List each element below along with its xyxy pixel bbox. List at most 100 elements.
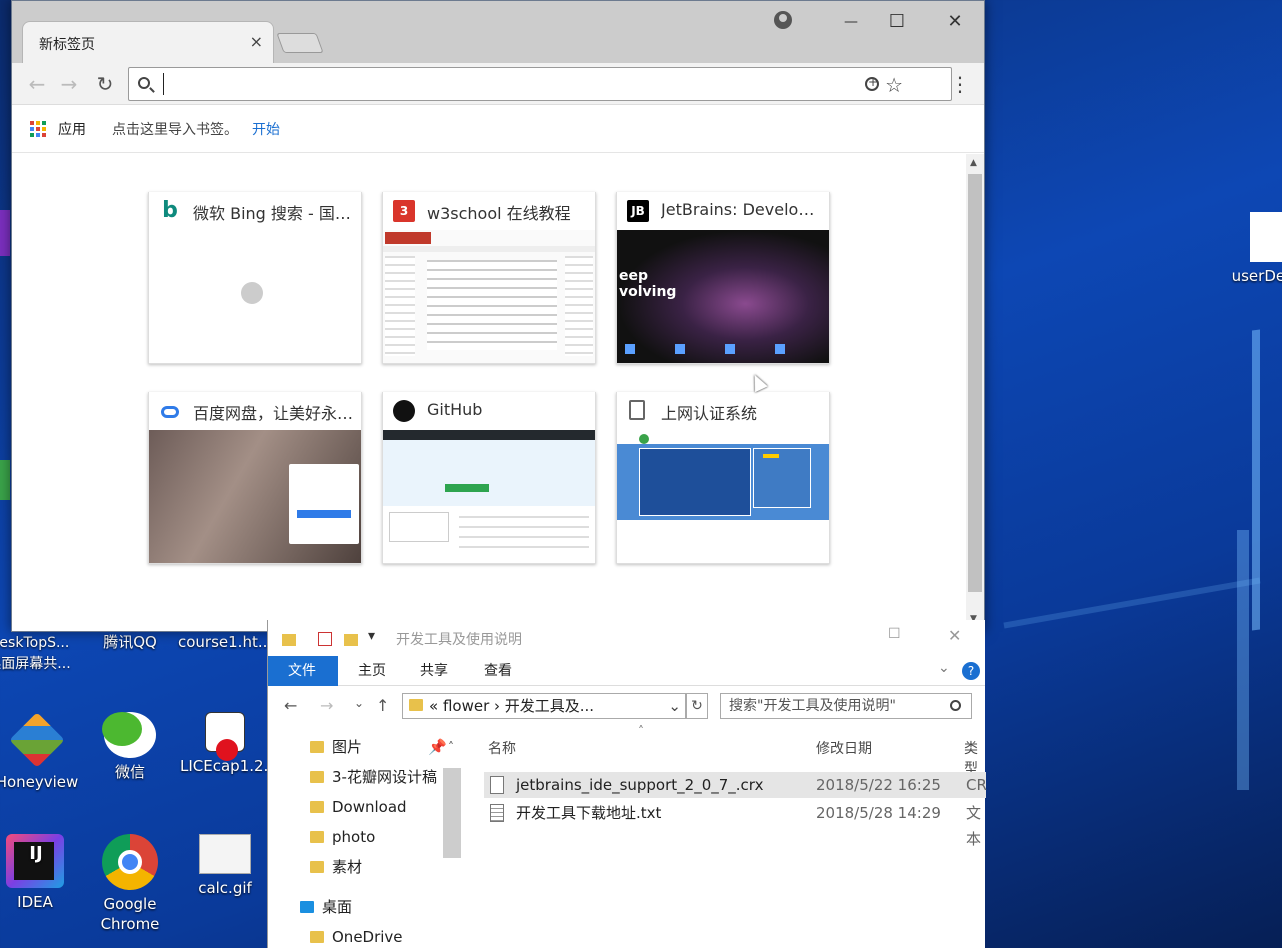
chrome-titlebar: 新标签页 × — ☐ ✕	[12, 1, 984, 63]
tab-title: 新标签页	[39, 37, 95, 53]
tab-new-tab[interactable]: 新标签页 ×	[22, 21, 274, 63]
chrome-window: 新标签页 × — ☐ ✕ ← → ↻ ☆ ⋮ 应用 点击这里导入书签。 开始	[11, 0, 985, 632]
path-box[interactable]: « flower › 开发工具及... ⌄	[402, 693, 686, 719]
explorer-search-input[interactable]: 搜索"开发工具及使用说明"	[720, 693, 972, 719]
chrome-icon	[102, 834, 158, 890]
dropdown-icon[interactable]: ▾	[368, 628, 375, 644]
search-icon	[138, 77, 150, 89]
pin-icon[interactable]: 📌	[428, 736, 447, 758]
desktop-icon-chrome[interactable]: Google Chrome	[85, 834, 175, 934]
tile-title: 上网认证系统	[661, 404, 758, 423]
desktop-icon-course1[interactable]: course1.ht...	[178, 632, 272, 652]
page-scrollbar[interactable]: ▲ ▼	[966, 154, 984, 631]
desktop-icon-qq[interactable]: 腾讯QQ	[85, 632, 175, 652]
explorer-address-bar: ← → ⌄ ↑ « flower › 开发工具及... ⌄ ↻ 搜索"开发工具及…	[268, 686, 985, 726]
collapse-icon[interactable]: ˄	[448, 736, 454, 758]
tile-title: JetBrains: Develope…	[661, 200, 823, 219]
tile-thumbnail	[149, 230, 361, 363]
explorer-refresh-button[interactable]: ↻	[686, 693, 708, 719]
desktop-icon-userdef[interactable]: userDef	[1216, 212, 1282, 286]
chrome-menu-icon[interactable]: ⋮	[950, 71, 970, 97]
tree-item-materials[interactable]: 素材	[308, 856, 362, 878]
path-dropdown-icon[interactable]: ⌄	[668, 694, 681, 718]
ribbon-tab-home[interactable]: 主页	[338, 656, 406, 686]
tile-thumbnail	[383, 230, 595, 363]
tree-item-download[interactable]: Download	[308, 796, 407, 818]
tile-title: GitHub	[427, 400, 483, 419]
bookmarks-bar: 应用 点击这里导入书签。 开始	[12, 105, 984, 153]
scrollbar-thumb[interactable]	[968, 174, 982, 592]
desktop-icon-desktopshare[interactable]: DeskTopS... 桌面屏幕共...	[0, 632, 74, 674]
tree-item-photo[interactable]: photo	[308, 826, 375, 848]
ribbon-tab-share[interactable]: 共享	[400, 656, 468, 686]
most-visited-tile-network-auth[interactable]: 上网认证系统	[616, 392, 830, 564]
desktop-icon-wechat[interactable]: 微信	[85, 712, 175, 782]
desktop-icon-partial	[0, 210, 10, 256]
new-tab-button[interactable]	[276, 33, 324, 53]
desktop-icon-honeyview[interactable]: Honeyview	[0, 712, 82, 792]
tile-thumbnail	[383, 430, 595, 563]
explorer-maximize-button[interactable]: ☐	[888, 626, 901, 642]
tile-title: 百度网盘，让美好永…	[193, 404, 354, 423]
ribbon-tab-view[interactable]: 查看	[464, 656, 532, 686]
desktop-icon-idea[interactable]: IJ IDEA	[0, 834, 80, 912]
w3school-icon: 3	[393, 200, 415, 222]
help-icon[interactable]: ?	[962, 662, 980, 680]
navigation-pane: 图片 📌 ˄ 3-花瓣网设计稿 Download photo 素材 桌面 OneDr…	[268, 728, 468, 948]
recent-dropdown-icon[interactable]: ⌄	[354, 696, 364, 710]
bookmark-apps[interactable]: 应用	[58, 119, 86, 139]
reload-button[interactable]: ↻	[92, 71, 118, 97]
tree-item-desktop[interactable]: 桌面	[298, 896, 352, 918]
desktop-icon-calc-gif[interactable]: calc.gif	[180, 834, 270, 898]
tab-close-icon[interactable]: ×	[250, 32, 263, 51]
tree-item-design[interactable]: 3-花瓣网设计稿	[308, 766, 437, 788]
file-explorer-window: ▾ 开发工具及使用说明 ☐ ✕ 文件 主页 共享 查看 ⌄ ? ← → ⌄ ↑ …	[267, 620, 987, 948]
desktop-icon-partial	[0, 460, 10, 500]
desktop-icon-licecap[interactable]: LICEcap1.2...	[180, 712, 278, 776]
most-visited-tile-jetbrains[interactable]: JB JetBrains: Develope… eep volving	[616, 192, 830, 364]
explorer-back-button[interactable]: ←	[284, 696, 297, 715]
column-header-name[interactable]: 名称	[488, 738, 516, 758]
bookmark-start-link[interactable]: 开始	[252, 119, 280, 139]
minimize-button[interactable]: —	[828, 9, 874, 35]
up-button[interactable]: ↑	[376, 696, 389, 715]
back-button[interactable]: ←	[24, 71, 50, 97]
new-tab-page: b 微软 Bing 搜索 - 国… 3 w3school 在线教程 JB Jet…	[12, 154, 984, 631]
tree-scrollbar[interactable]	[443, 768, 461, 858]
column-header-date[interactable]: 修改日期	[816, 738, 872, 758]
maximize-button[interactable]: ☐	[874, 9, 920, 35]
explorer-ribbon: 文件 主页 共享 查看 ⌄ ?	[268, 656, 985, 686]
tree-item-pictures[interactable]: 图片 📌 ˄	[308, 736, 454, 758]
scroll-up-icon[interactable]: ▲	[970, 158, 977, 168]
zoom-icon[interactable]	[865, 75, 879, 91]
idea-icon: IJ	[6, 834, 64, 888]
omnibox-input[interactable]	[163, 73, 863, 95]
tree-item-onedrive[interactable]: OneDrive	[308, 926, 403, 948]
tile-thumbnail	[149, 430, 361, 563]
tile-thumbnail: eep volving	[617, 230, 829, 363]
explorer-close-button[interactable]: ✕	[948, 626, 961, 645]
ribbon-expand-icon[interactable]: ⌄	[938, 660, 950, 676]
honeyview-icon	[9, 712, 65, 768]
file-icon	[490, 776, 504, 794]
file-row[interactable]: jetbrains_ide_support_2_0_7_.crx 2018/5/…	[484, 772, 987, 798]
folder-icon	[282, 634, 296, 646]
most-visited-tile-bing[interactable]: b 微软 Bing 搜索 - 国…	[148, 192, 362, 364]
wechat-icon	[102, 712, 156, 758]
profile-icon[interactable]	[774, 11, 792, 29]
forward-button[interactable]: →	[56, 71, 82, 97]
file-row[interactable]: 开发工具下载地址.txt 2018/5/28 14:29 文本	[484, 800, 986, 848]
apps-grid-icon[interactable]	[30, 121, 46, 137]
bookmark-star-icon[interactable]: ☆	[885, 73, 903, 97]
checkbox-icon[interactable]	[318, 632, 332, 646]
omnibox[interactable]: ☆	[128, 67, 952, 101]
search-icon	[950, 700, 961, 711]
close-button[interactable]: ✕	[932, 9, 978, 35]
ribbon-tab-file[interactable]: 文件	[268, 656, 338, 686]
licecap-icon	[205, 712, 245, 761]
most-visited-tile-w3school[interactable]: 3 w3school 在线教程	[382, 192, 596, 364]
most-visited-tile-github[interactable]: GitHub	[382, 392, 596, 564]
explorer-forward-button[interactable]: →	[320, 696, 333, 715]
explorer-titlebar: ▾ 开发工具及使用说明 ☐ ✕	[268, 620, 985, 656]
most-visited-tile-baidu-netdisk[interactable]: 百度网盘，让美好永…	[148, 392, 362, 564]
